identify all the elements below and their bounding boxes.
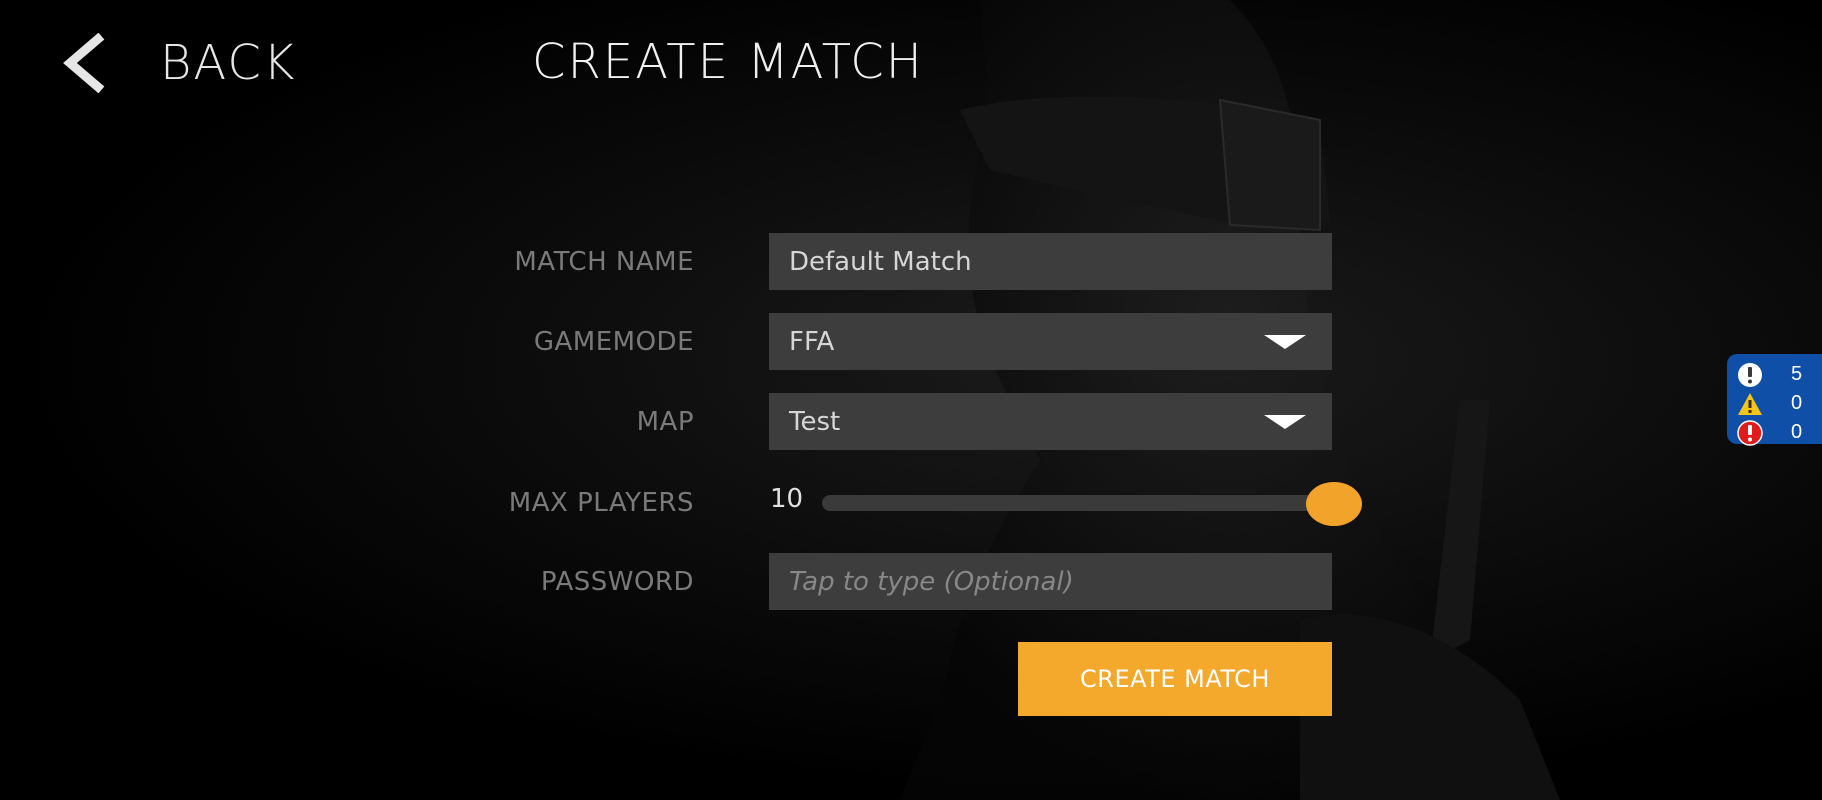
gamemode-dropdown[interactable]: FFA [769,313,1332,370]
match-name-label: MATCH NAME [514,247,694,277]
debug-console-panel[interactable]: 5 0 0 [1727,354,1822,447]
map-label: MAP [636,407,694,437]
max-players-label: MAX PLAYERS [508,488,694,518]
page-title: CREATE MATCH [532,34,924,90]
password-placeholder: Tap to type (Optional) [789,566,1074,597]
match-name-input[interactable]: Default Match [769,233,1332,290]
max-players-slider-track[interactable] [822,495,1322,511]
exclamation-circle-icon [1738,362,1762,387]
triangle-down-icon [1264,415,1306,429]
map-dropdown[interactable]: Test [769,393,1332,450]
debug-error-count: 0 [1791,421,1803,443]
password-input[interactable]: Tap to type (Optional) [769,553,1332,610]
debug-info-row: 5 [1737,360,1822,389]
gamemode-selected: FFA [789,326,835,357]
password-label: PASSWORD [540,567,694,597]
create-match-screen: BACK CREATE MATCH MATCH NAME Default Mat… [0,0,1822,800]
max-players-slider-thumb[interactable] [1306,482,1362,526]
debug-info-count: 5 [1791,363,1803,385]
warning-triangle-icon [1738,392,1762,415]
debug-warning-count: 0 [1791,392,1803,414]
match-name-value: Default Match [789,246,972,277]
debug-error-row: 0 [1737,418,1822,447]
map-selected: Test [789,406,841,437]
error-circle-icon [1737,419,1763,446]
gamemode-label: GAMEMODE [533,327,694,357]
chevron-left-icon [63,33,105,93]
create-match-button[interactable]: CREATE MATCH [1018,642,1332,716]
debug-warning-row: 0 [1737,389,1822,418]
triangle-down-icon [1264,335,1306,349]
back-label: BACK [160,35,297,91]
back-button[interactable]: BACK [60,28,296,98]
max-players-value: 10 [770,484,804,514]
